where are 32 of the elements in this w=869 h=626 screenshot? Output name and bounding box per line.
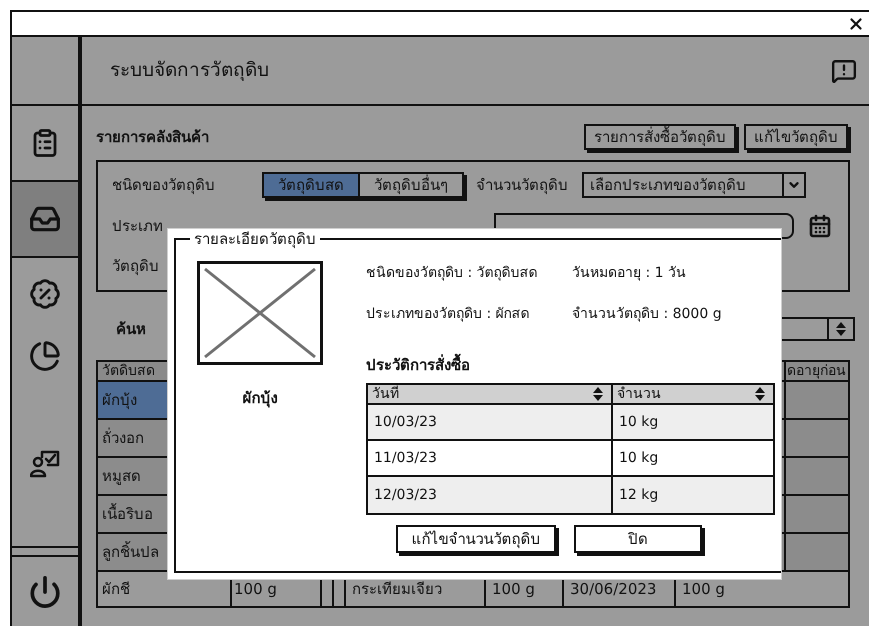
column-header: ดอายุก่อน — [784, 362, 848, 380]
column-header[interactable]: จำนวน — [613, 385, 773, 403]
table-cell: 10/03/23 — [368, 405, 613, 439]
item-name: ผักบุ้ง — [242, 388, 278, 410]
table-cell-text: 100 g — [681, 578, 726, 600]
detail-text: ประเภทของวัตถุดิบ : ผักสด — [366, 305, 531, 324]
type-dropdown[interactable]: เลือกประเภทของวัตถุดิบ — [582, 172, 806, 198]
table-cell-text: 10 kg — [618, 412, 660, 432]
dialog-button[interactable]: ปิด — [574, 525, 702, 553]
history-title: ประวัติการสั่งซื้อ — [366, 355, 775, 375]
detail-text: ชนิดของวัตถุดิบ : วัตถุดิบสด — [366, 264, 539, 283]
detail-text: จำนวนวัตถุดิบ : 8000 g — [572, 305, 723, 324]
dialog-button[interactable]: แก้ไขจำนวนวัตถุดิบ — [396, 525, 556, 553]
field-label: วัตถุดิบ — [112, 256, 159, 278]
segment-tab[interactable]: วัตถุดิบอื่นๆ — [360, 172, 464, 198]
table-cell: 11/03/23 — [368, 441, 613, 475]
table-cell: 12/03/23 — [368, 477, 613, 513]
table-cell-text: 10 kg — [618, 448, 660, 468]
column-header: วัตดิบสด — [101, 362, 156, 380]
dialog-title: รายละเอียดวัตถุดิบ — [193, 229, 317, 249]
field-label: ชนิดของวัตถุดิบ — [112, 174, 216, 196]
section-title: รายการคลังสินค้า — [96, 126, 209, 148]
toolbar-button[interactable]: รายการสั่งซื้อวัตถุดิบ — [584, 124, 736, 150]
detail-text: วันหมดอายุ : 1 วัน — [572, 264, 687, 283]
search-label: ค้นห — [116, 318, 146, 340]
toolbar-button[interactable]: แก้ไขวัตถุดิบ — [744, 124, 848, 150]
column-header[interactable]: วันที่ — [368, 385, 613, 403]
app-title: ระบบจัดการวัตถุดิบ — [110, 58, 269, 84]
segment-tab[interactable]: วัตถุดิบสด — [262, 172, 360, 198]
field-label: จำนวนวัตถุดิบ — [476, 174, 568, 196]
field-label: ประเภท — [112, 216, 164, 237]
table-cell-text: 12 kg — [618, 486, 660, 504]
